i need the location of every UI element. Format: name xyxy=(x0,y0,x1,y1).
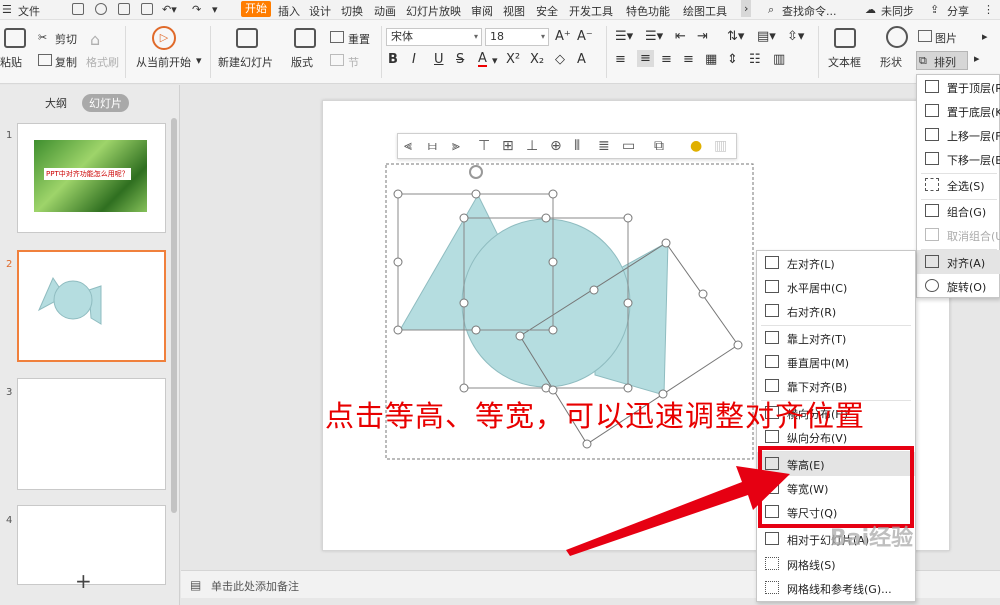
annotation-text: 点击等高、等宽，可以迅速调整对齐位置 xyxy=(325,399,866,433)
watermark: Bai经验 xyxy=(830,526,914,551)
annotation-arrow-layer xyxy=(566,466,790,556)
annotation-arrow xyxy=(566,466,790,556)
